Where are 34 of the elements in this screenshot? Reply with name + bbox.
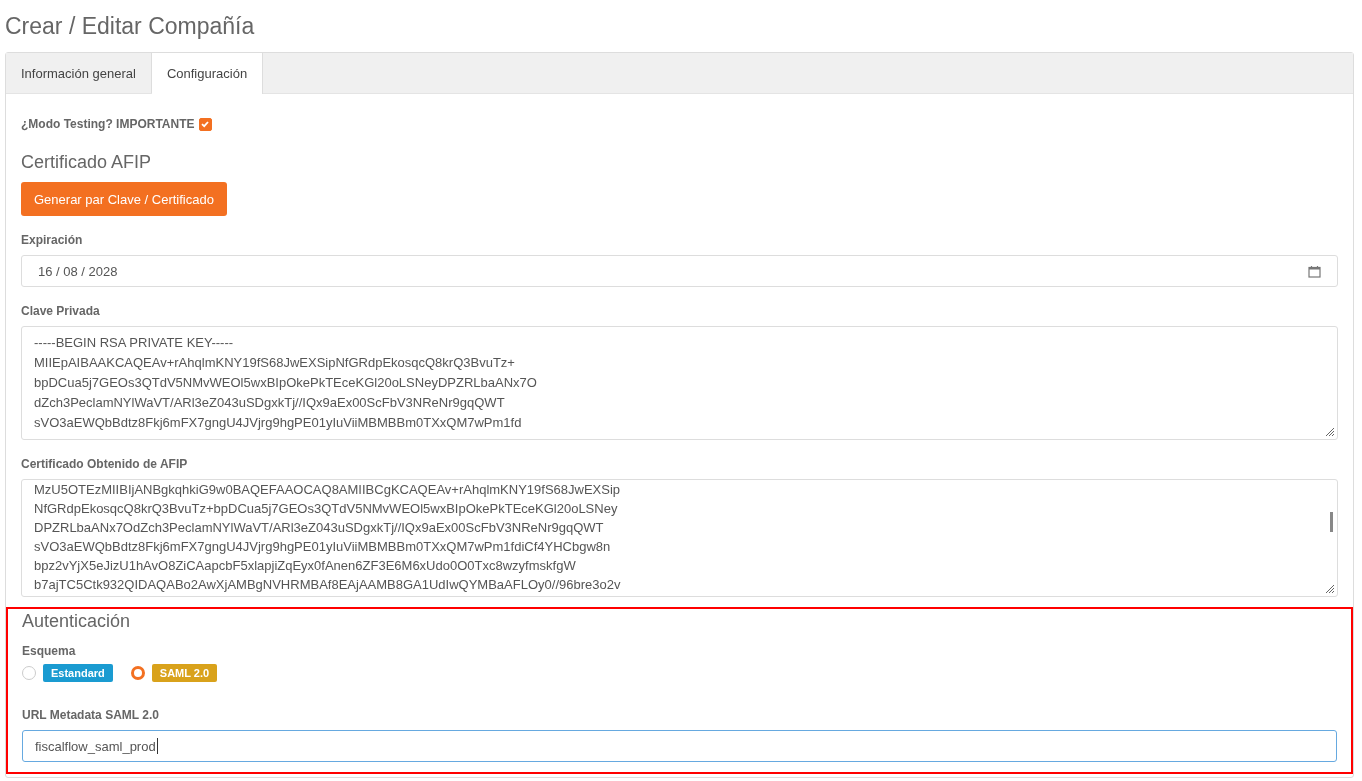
scheme-tag: SAML 2.0	[151, 664, 218, 682]
certificate-line: b7ajTC5Ctk932QIDAQABo2AwXjAMBgNVHRMBAf8EAjAAMB8GA1UdIwQYMBaAFLOy0//96bre3o2v	[34, 576, 622, 594]
scrollbar-thumb[interactable]	[1330, 512, 1333, 532]
checkbox[interactable]	[198, 117, 212, 131]
resize-grip-icon[interactable]	[1323, 425, 1335, 437]
tab[interactable]: Configuración	[151, 53, 264, 94]
certificate-line: sVO3aEWQbBdtz8Fkj6mFX7gngU4JVjrg9hgPE01yIuViiMBMBBm0TXxQM7wPm1fdiCf4YHCbgw8n	[34, 538, 612, 556]
url-field[interactable]: fiscalflow_saml_prod	[22, 730, 1337, 762]
testing-label: ¿Modo Testing? IMPORTANTE	[21, 117, 195, 131]
certificate-line: bpz2vYjX5eJizU1hAvO8ZiCAapcbF5xlapjiZqEyx0fAnen6ZF3E6M6xUdo0O0Txc8wzyfmskfgW	[34, 557, 577, 575]
certificate-line: NfGRdpEkosqcQ8krQ3BvuTz+bpDCua5j7GEOs3QTdV5NMvWEOl5wxBIpOkePkTEceKGl20oLSNey	[34, 500, 619, 518]
certificate-textarea[interactable]	[21, 479, 1338, 597]
radio-button[interactable]	[130, 666, 145, 680]
key-line: MIIEpAIBAAKCAQEAv+rAhqlmKNY19fS68JwEXSipNfGRdpEkosqcQ8krQ3BvuTz+	[34, 354, 516, 372]
section-heading: Autenticación	[22, 611, 132, 633]
key-line: bpDCua5j7GEOs3QTdV5NMvWEOl5wxBIpOkePkTEceKGl20oLSNeyDPZRLbaANx7O	[34, 374, 538, 392]
key-line: -----BEGIN RSA PRIVATE KEY-----	[34, 334, 235, 352]
certificate-line: DPZRLbaANx7OdZch3PeclamNYlWaVT/ARl3eZ043uSDgxkTj//IQx9aEx00ScFbV3NReNr9gqQWT	[34, 519, 605, 537]
page-title: Crear / Editar Compañía	[5, 12, 256, 41]
field-label: Expiración	[21, 232, 84, 249]
field-label: Esquema	[22, 644, 77, 658]
field-label: Clave Privada	[21, 303, 101, 320]
key-line: sVO3aEWQbBdtz8Fkj6mFX7gngU4JVjrg9hgPE01yIuViiMBMBBm0TXxQM7wPm1fd	[34, 414, 523, 432]
private-key-textarea[interactable]	[21, 326, 1338, 440]
tab[interactable]: Información general	[6, 53, 152, 93]
section-heading: Certificado AFIP	[21, 151, 153, 174]
field-label: Certificado Obtenido de AFIP	[21, 456, 189, 473]
resize-grip-icon[interactable]	[1323, 582, 1335, 594]
date-field[interactable]: 16 / 08 / 2028	[21, 255, 1338, 287]
key-line: dZch3PeclamNYlWaVT/ARl3eZ043uSDgxkTj//IQx9aEx00ScFbV3NReNr9gqQWT	[34, 394, 506, 412]
calendar-icon[interactable]	[1308, 264, 1321, 278]
field-label: URL Metadata SAML 2.0	[22, 707, 160, 724]
scheme-tag: Estandard	[43, 664, 113, 682]
certificate-line: MzU5OTEzMIIBIjANBgkqhkiG9w0BAQEFAAOCAQ8AMIIBCgKCAQEAv+rAhqlmKNY19fS68JwEXSip	[34, 481, 622, 499]
